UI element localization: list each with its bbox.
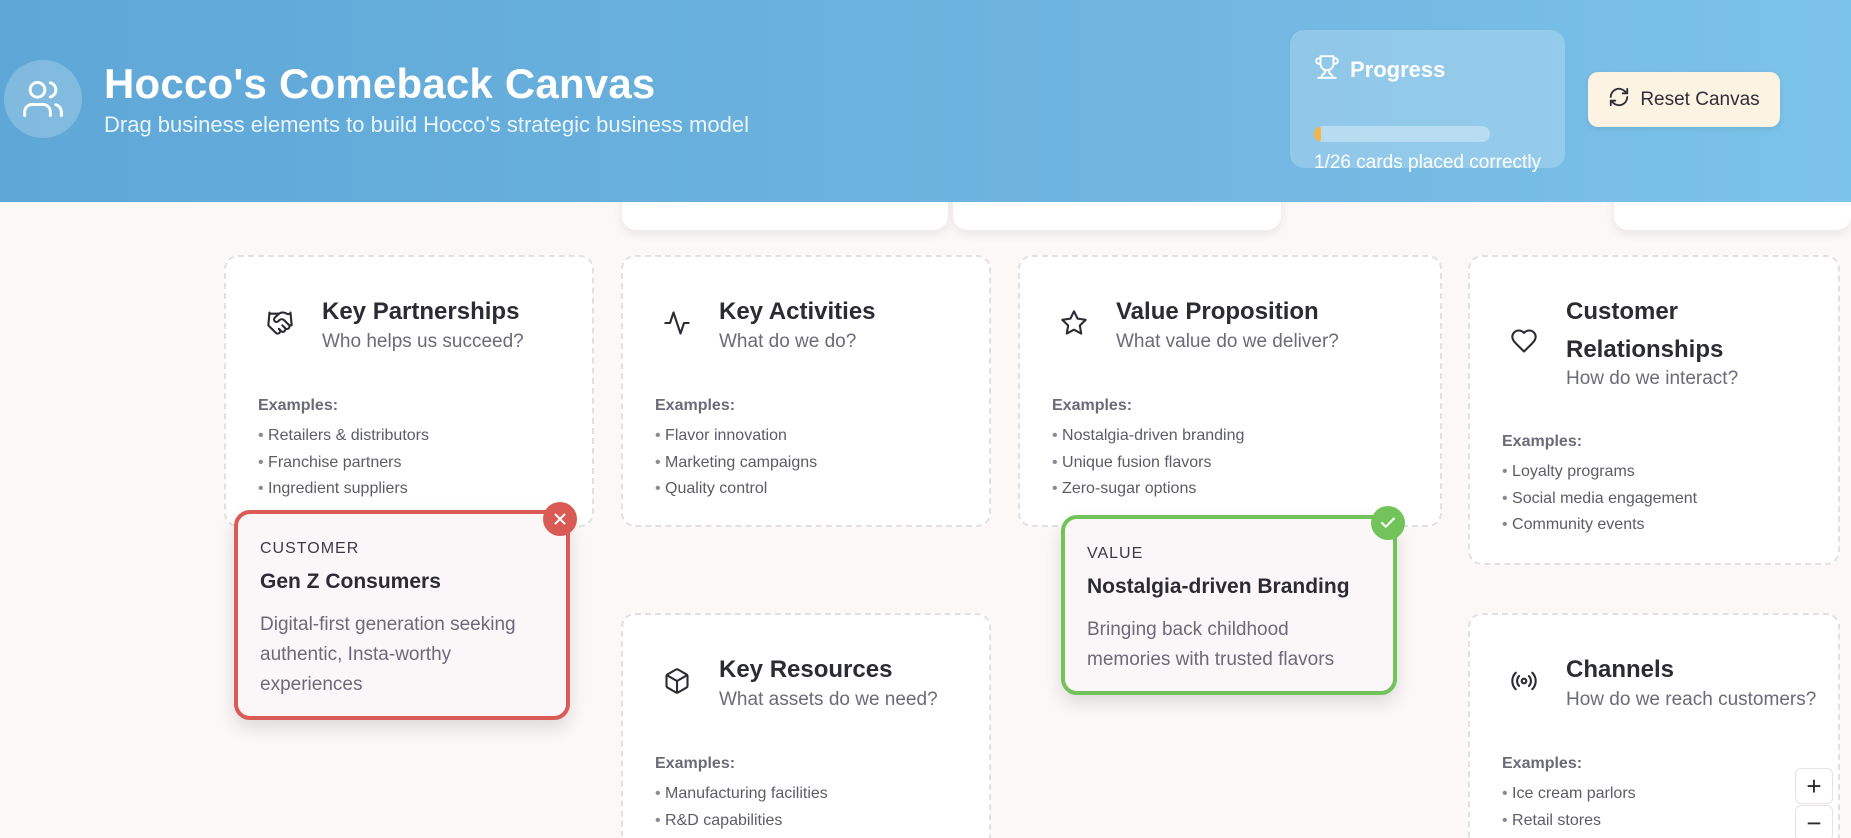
progress-title: Progress — [1350, 56, 1446, 82]
card-description: Bringing back childhood memories with tr… — [1087, 615, 1334, 675]
example-item: Loyalty programs — [1502, 459, 1697, 486]
box-key-activities[interactable]: Key Activities What do we do? Examples: … — [621, 255, 991, 527]
progress-text: 1/26 cards placed correctly — [1314, 152, 1542, 173]
examples-label: Examples: — [1502, 755, 1583, 772]
handshake-icon — [266, 309, 294, 337]
progress-bar-fill — [1314, 126, 1321, 142]
reset-canvas-label: Reset Canvas — [1640, 88, 1760, 110]
zoom-out-button[interactable]: − — [1795, 805, 1833, 838]
examples-list: Examples: Manufacturing facilities R&D c… — [655, 755, 828, 834]
box-key-partnerships[interactable]: Key Partnerships Who helps us succeed? E… — [224, 255, 594, 527]
box-question: Who helps us succeed? — [322, 331, 524, 352]
example-item: Marketing campaigns — [655, 450, 817, 477]
zoom-in-button[interactable]: + — [1795, 768, 1833, 804]
dropped-card-gen-z-consumers[interactable]: CUSTOMER Gen Z Consumers Digital-first g… — [234, 510, 570, 720]
examples-label: Examples: — [1502, 433, 1583, 450]
example-item: Nostalgia-driven branding — [1052, 423, 1244, 450]
box-title: Key Partnerships — [322, 298, 520, 325]
box-title: Customer Relationships — [1566, 293, 1723, 369]
example-item: Unique fusion flavors — [1052, 450, 1244, 477]
refresh-icon — [1608, 86, 1630, 114]
card-description-line: Bringing back childhood — [1087, 619, 1289, 640]
box-question: What value do we deliver? — [1116, 331, 1339, 352]
card-description-line: experiences — [260, 674, 363, 695]
progress-bar — [1314, 126, 1490, 142]
card-description-line: memories with trusted flavors — [1087, 649, 1335, 670]
box-key-resources[interactable]: Key Resources What assets do we need? Ex… — [621, 613, 991, 838]
card-description-line: Digital-first generation seeking — [260, 614, 516, 635]
card-title: Nostalgia-driven Branding — [1087, 575, 1350, 598]
box-title: Key Activities — [719, 298, 876, 325]
box-question: How do we interact? — [1566, 368, 1739, 389]
page-title: Hocco's Comeback Canvas — [104, 60, 656, 107]
example-item: Ingredient suppliers — [258, 476, 429, 503]
app-header: Hocco's Comeback Canvas Drag business el… — [0, 0, 1851, 202]
example-item: Quality control — [655, 476, 817, 503]
card-title: Gen Z Consumers — [260, 570, 441, 593]
card-description-line: authentic, Insta-worthy — [260, 644, 452, 665]
close-icon[interactable] — [543, 502, 577, 536]
heart-icon — [1510, 327, 1538, 355]
examples-label: Examples: — [655, 397, 736, 414]
progress-panel: Progress 1/26 cards placed correctly — [1290, 30, 1565, 173]
examples-label: Examples: — [655, 755, 736, 772]
box-title: Key Resources — [719, 656, 893, 683]
examples-label: Examples: — [258, 397, 339, 414]
examples-list: Examples: Flavor innovation Marketing ca… — [655, 397, 817, 503]
box-icon — [663, 667, 691, 695]
examples-list: Examples: Loyalty programs Social media … — [1502, 433, 1697, 539]
box-title-line: Relationships — [1566, 336, 1724, 363]
examples-list: Examples: Nostalgia-driven branding Uniq… — [1052, 397, 1244, 503]
examples-list: Examples: Retailers & distributors Franc… — [258, 397, 429, 503]
examples-list: Examples: Ice cream parlors Retail store… — [1502, 755, 1636, 834]
card-category: CUSTOMER — [260, 540, 360, 557]
example-item: R&D capabilities — [655, 808, 828, 835]
box-channels[interactable]: Channels How do we reach customers? Exam… — [1468, 613, 1840, 838]
example-item: Social media engagement — [1502, 486, 1697, 513]
box-customer-relationships[interactable]: Customer Relationships How do we interac… — [1468, 255, 1840, 565]
box-question: How do we reach customers? — [1566, 689, 1817, 710]
box-value-proposition[interactable]: Value Proposition What value do we deliv… — [1018, 255, 1442, 527]
trophy-icon — [1314, 54, 1340, 85]
broadcast-icon — [1510, 667, 1538, 695]
box-question: What do we do? — [719, 331, 857, 352]
card-category: VALUE — [1087, 545, 1144, 562]
example-item: Ice cream parlors — [1502, 781, 1636, 808]
app-stage: Hocco's Comeback Canvas Drag business el… — [0, 0, 1851, 838]
example-item: Retail stores — [1502, 808, 1636, 835]
example-item: Community events — [1502, 512, 1697, 539]
card-description: Digital-first generation seeking authent… — [260, 610, 516, 700]
example-item: Flavor innovation — [655, 423, 817, 450]
activity-icon — [663, 309, 691, 337]
examples-label: Examples: — [1052, 397, 1133, 414]
box-title: Value Proposition — [1116, 298, 1319, 325]
box-title-line: Customer — [1566, 298, 1679, 325]
reset-canvas-button[interactable]: Reset Canvas — [1588, 72, 1780, 127]
dropped-card-nostalgia-branding[interactable]: VALUE Nostalgia-driven Branding Bringing… — [1061, 515, 1397, 695]
example-item: Franchise partners — [258, 450, 429, 477]
box-title: Channels — [1566, 656, 1675, 683]
users-icon — [4, 60, 82, 138]
box-question: What assets do we need? — [719, 689, 938, 710]
example-item: Retailers & distributors — [258, 423, 429, 450]
example-item: Zero-sugar options — [1052, 476, 1244, 503]
example-item: Manufacturing facilities — [655, 781, 828, 808]
star-icon — [1060, 309, 1088, 337]
page-subtitle: Drag business elements to build Hocco's … — [104, 112, 749, 137]
check-icon — [1371, 506, 1405, 540]
